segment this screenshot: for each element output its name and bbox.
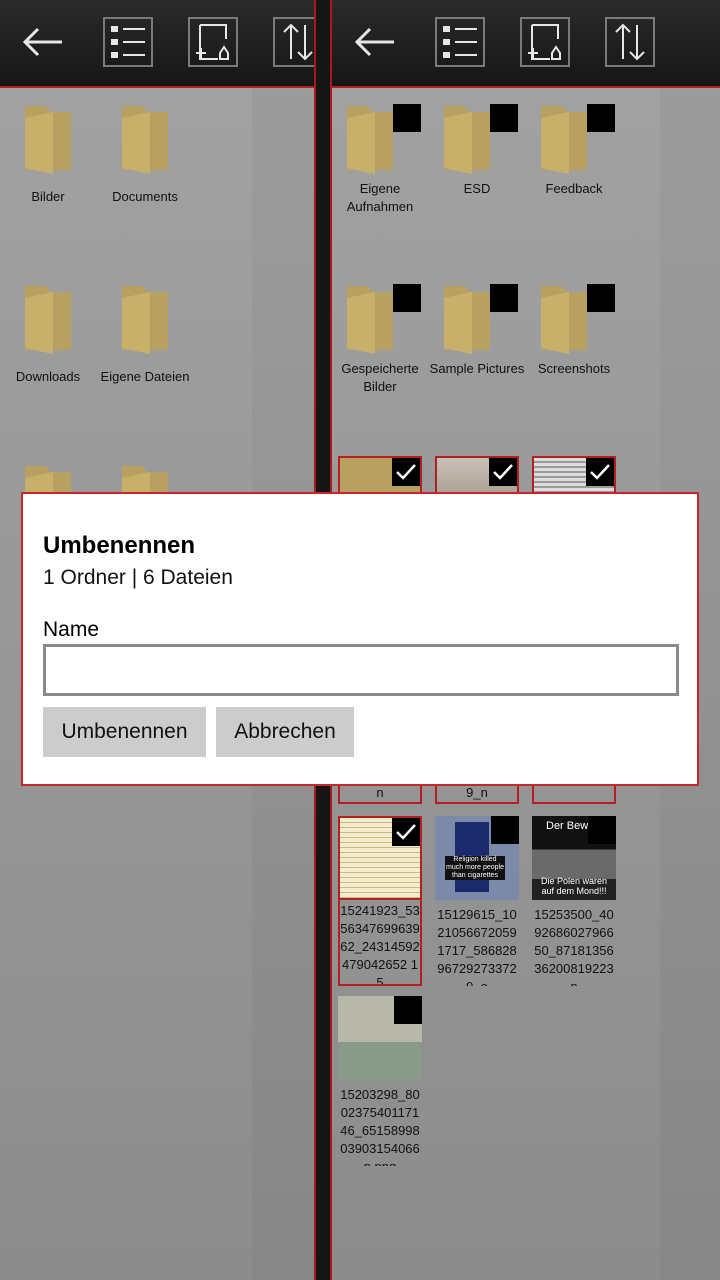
cancel-button[interactable]: Abbrechen xyxy=(216,707,354,757)
checkmark-icon[interactable] xyxy=(392,458,420,486)
thumb-caption: Religion killed much more people than ci… xyxy=(445,856,505,880)
selection-checkbox[interactable] xyxy=(490,104,518,132)
folder-label: Eigene Dateien xyxy=(100,369,190,384)
folder-label: Downloads xyxy=(15,369,81,384)
new-folder-icon[interactable] xyxy=(520,17,570,67)
folder-icon xyxy=(442,284,518,354)
selection-checkbox[interactable] xyxy=(393,104,421,132)
file-thumbnail: Religion killed much more people than ci… xyxy=(435,816,519,900)
file-name-fragment: n xyxy=(338,786,422,804)
file-item[interactable]: Der Bew Die Polen waren auf dem Mond!!! … xyxy=(532,816,616,986)
folder-icon xyxy=(120,284,170,354)
selection-checkbox[interactable] xyxy=(588,816,616,844)
file-name-fragment xyxy=(532,786,616,804)
file-name: 15203298_8002375401171 46_65158998 03903… xyxy=(340,1087,420,1166)
folder-label: Bilder xyxy=(31,189,65,204)
sort-icon[interactable] xyxy=(605,17,655,67)
list-view-icon[interactable] xyxy=(435,17,485,67)
left-toolbar xyxy=(0,0,314,88)
folder-label: ESD xyxy=(463,181,491,196)
folder-label: Eigene Aufnahmen xyxy=(346,181,414,214)
folder-item[interactable]: Downloads xyxy=(0,284,96,386)
selection-checkbox[interactable] xyxy=(393,284,421,312)
selection-checkbox[interactable] xyxy=(587,104,615,132)
selection-checkbox[interactable] xyxy=(491,816,519,844)
file-item[interactable]: 15241923_5356347699639 62_24314592479042… xyxy=(338,816,422,986)
back-arrow-icon[interactable] xyxy=(18,17,68,67)
folder-icon xyxy=(442,104,518,174)
dialog-title: Umbenennen xyxy=(43,532,196,559)
folder-item[interactable]: Gespeicherte Bilder xyxy=(332,276,428,396)
name-label: Name xyxy=(43,618,100,641)
file-name-fragment: 9_n xyxy=(435,786,519,804)
folder-icon xyxy=(120,104,170,174)
checkmark-icon[interactable] xyxy=(586,458,614,486)
rename-dialog: Umbenennen 1 Ordner | 6 Dateien Name Umb… xyxy=(21,492,699,786)
thumb-caption: Der Bew xyxy=(546,820,589,832)
thumb-caption: Die Polen waren auf dem Mond!!! xyxy=(540,876,608,896)
file-thumbnail xyxy=(338,996,422,1080)
folder-item[interactable]: Feedback xyxy=(526,96,622,198)
dialog-subtitle: 1 Ordner | 6 Dateien xyxy=(43,566,233,589)
file-name: 15241923_5356347699639 62_24314592479042… xyxy=(338,900,422,986)
checkmark-icon[interactable] xyxy=(392,818,420,846)
file-thumbnail: Der Bew Die Polen waren auf dem Mond!!! xyxy=(532,816,616,900)
folder-icon xyxy=(539,284,615,354)
checkmark-icon[interactable] xyxy=(489,458,517,486)
folder-icon xyxy=(23,104,73,174)
back-arrow-icon[interactable] xyxy=(350,17,400,67)
sort-icon[interactable] xyxy=(273,17,314,67)
folder-item[interactable]: ESD xyxy=(429,96,525,198)
folder-label: Documents xyxy=(112,189,178,204)
file-item[interactable]: Religion killed much more people than ci… xyxy=(435,816,519,986)
selection-checkbox[interactable] xyxy=(490,284,518,312)
folder-label: Gespeicherte Bilder xyxy=(341,361,419,394)
rename-button[interactable]: Umbenennen xyxy=(43,707,206,757)
name-input[interactable] xyxy=(43,644,679,696)
list-view-icon[interactable] xyxy=(103,17,153,67)
file-name: 15253500_4092686027966 50_87181356 36200… xyxy=(534,907,614,986)
folder-item[interactable]: Screenshots xyxy=(526,276,622,378)
selection-checkbox[interactable] xyxy=(587,284,615,312)
right-toolbar xyxy=(332,0,720,88)
file-thumbnail xyxy=(338,816,422,900)
folder-icon xyxy=(345,284,421,354)
folder-item[interactable]: Sample Pictures xyxy=(429,276,525,378)
folder-item[interactable]: Bilder xyxy=(0,104,96,206)
folder-item[interactable]: Eigene Aufnahmen xyxy=(332,96,428,216)
folder-item[interactable]: Documents xyxy=(97,104,193,206)
folder-icon xyxy=(539,104,615,174)
file-item[interactable]: 15203298_8002375401171 46_65158998 03903… xyxy=(338,996,422,1166)
folder-label: Screenshots xyxy=(537,361,611,376)
file-name: 15129615_1021056672059 1717_586828 96729… xyxy=(437,907,517,986)
folder-item[interactable]: Eigene Dateien xyxy=(97,284,193,386)
folder-icon xyxy=(23,284,73,354)
folder-label: Sample Pictures xyxy=(429,361,525,376)
new-folder-icon[interactable] xyxy=(188,17,238,67)
folder-label: Feedback xyxy=(545,181,603,196)
selection-checkbox[interactable] xyxy=(394,996,422,1024)
folder-icon xyxy=(345,104,421,174)
